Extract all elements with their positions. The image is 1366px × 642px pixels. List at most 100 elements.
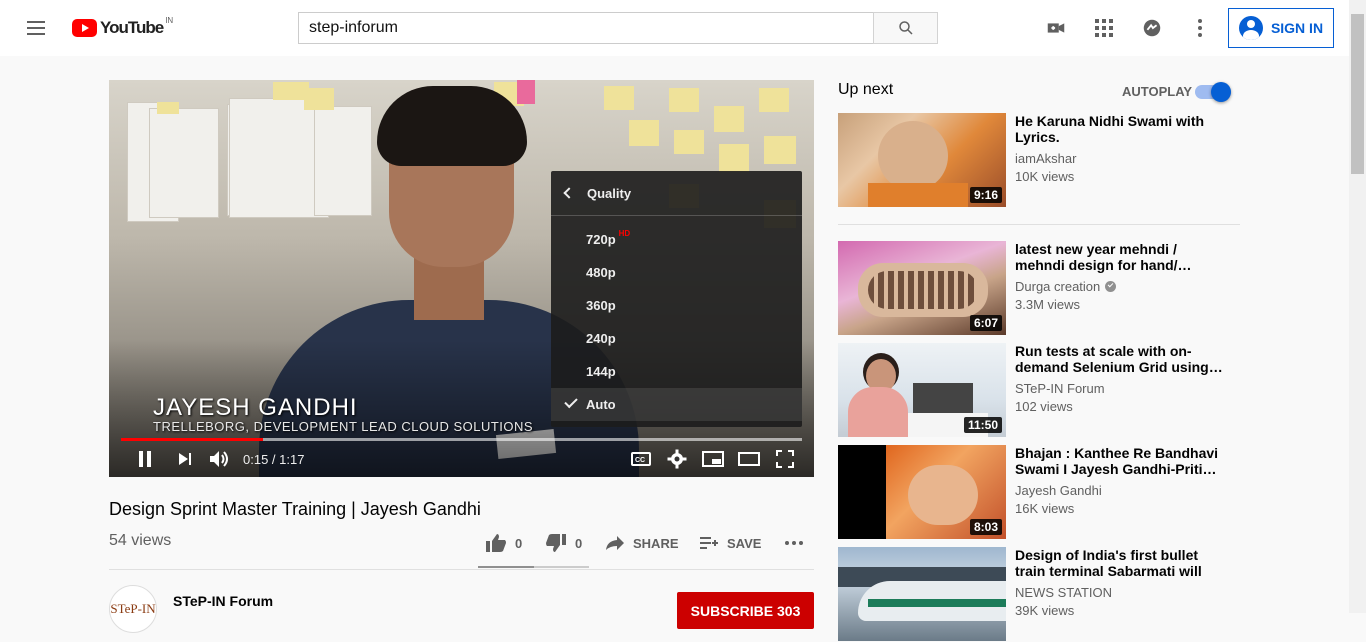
quality-menu-back[interactable]: Quality xyxy=(551,171,802,216)
check-icon xyxy=(564,394,578,409)
video-thumbnail[interactable]: 9:16 xyxy=(838,113,1006,207)
quality-option-720p[interactable]: 720p HD xyxy=(551,223,802,256)
share-button[interactable]: SHARE xyxy=(605,531,679,555)
masthead: YouTube IN SIGN IN xyxy=(0,0,1349,56)
recommended-channel: Jayesh Gandhi xyxy=(1015,483,1102,498)
quality-option-label: 720p xyxy=(586,232,616,247)
apps-grid-icon[interactable] xyxy=(1092,16,1116,40)
playlist-add-icon xyxy=(700,537,718,549)
divider xyxy=(838,224,1240,225)
settings-button[interactable] xyxy=(665,446,689,472)
volume-icon xyxy=(210,451,228,467)
quality-option-144p[interactable]: 144p xyxy=(551,355,802,388)
messages-icon[interactable] xyxy=(1140,16,1164,40)
autoplay-toggle[interactable] xyxy=(1195,82,1231,102)
dislike-button[interactable]: 0 xyxy=(545,531,582,555)
recommended-views: 16K views xyxy=(1015,501,1075,516)
channel-label: Jayesh Gandhi xyxy=(1015,483,1102,498)
pause-button[interactable] xyxy=(133,446,157,472)
video-thumbnail[interactable] xyxy=(838,547,1006,641)
recommended-title[interactable]: Design of India's first bullet train ter… xyxy=(1015,547,1225,579)
logo-text: YouTube xyxy=(100,18,164,37)
quality-menu: Quality 720p HD 480p 360p 240p 144p Auto xyxy=(551,171,802,427)
recommended-video[interactable]: Design of India's first bullet train ter… xyxy=(838,547,1238,642)
share-label: SHARE xyxy=(633,535,679,551)
quality-option-360p[interactable]: 360p xyxy=(551,289,802,322)
quality-option-label: 144p xyxy=(586,364,616,379)
view-count: 54 views xyxy=(109,532,172,549)
recommended-views: 39K views xyxy=(1015,603,1075,618)
overlay-name: JAYESH GANDHI xyxy=(153,394,358,421)
subscribe-button[interactable]: SUBSCRIBE 303 xyxy=(677,592,814,629)
chevron-left-icon xyxy=(563,187,575,199)
channel-avatar[interactable]: STeP-IN xyxy=(109,585,157,633)
more-vert-icon[interactable] xyxy=(1188,16,1212,40)
recommended-video[interactable]: 11:50 Run tests at scale with on-demand … xyxy=(838,343,1238,438)
verified-icon xyxy=(1105,281,1117,292)
recommended-video[interactable]: 6:07 latest new year mehndi / mehndi des… xyxy=(838,241,1238,336)
sentiment-likes xyxy=(478,566,534,568)
gear-icon xyxy=(667,449,687,469)
next-button[interactable] xyxy=(173,446,197,472)
logo-region: IN xyxy=(165,15,174,25)
recommended-title[interactable]: Bhajan : Kanthee Re Bandhavi Swami I Jay… xyxy=(1015,445,1225,477)
recommended-channel: Durga creation xyxy=(1015,279,1117,294)
quality-option-label: Auto xyxy=(586,397,616,412)
channel-label: NEWS STATION xyxy=(1015,585,1113,600)
progress-bar[interactable] xyxy=(121,438,802,441)
recommended-channel: iamAkshar xyxy=(1015,151,1076,166)
video-thumbnail[interactable]: 6:07 xyxy=(838,241,1006,335)
youtube-logo[interactable]: YouTube IN xyxy=(72,15,174,39)
volume-button[interactable] xyxy=(207,446,233,472)
subscribe-label: SUBSCRIBE xyxy=(690,603,774,619)
video-thumbnail[interactable]: 11:50 xyxy=(838,343,1006,437)
search-input[interactable] xyxy=(299,13,873,43)
recommended-title[interactable]: latest new year mehndi / mehndi design f… xyxy=(1015,241,1225,273)
recommended-views: 10K views xyxy=(1015,169,1075,184)
recommended-video[interactable]: 9:16 He Karuna Nidhi Swami with Lyrics. … xyxy=(838,113,1238,208)
create-video-icon[interactable] xyxy=(1044,16,1068,40)
more-actions-button[interactable] xyxy=(784,531,812,555)
channel-avatar-logo: STeP-IN xyxy=(110,601,156,616)
miniplayer-icon xyxy=(702,451,724,467)
fullscreen-button[interactable] xyxy=(773,446,797,472)
quality-option-label: 360p xyxy=(586,298,616,313)
youtube-play-icon xyxy=(72,19,97,37)
quality-option-auto[interactable]: Auto xyxy=(551,388,802,421)
like-button[interactable]: 0 xyxy=(485,531,522,555)
like-count: 0 xyxy=(515,535,523,551)
duration-badge: 8:03 xyxy=(969,519,1002,535)
theater-mode-button[interactable] xyxy=(737,446,761,472)
recommended-title[interactable]: He Karuna Nidhi Swami with Lyrics. xyxy=(1015,113,1225,145)
pause-icon xyxy=(139,451,151,467)
video-player[interactable]: JAYESH GANDHI TRELLEBORG, DEVELOPMENT LE… xyxy=(109,80,814,477)
recommended-channel: STeP-IN Forum xyxy=(1015,381,1105,396)
captions-button[interactable]: CC xyxy=(629,446,653,472)
hamburger-menu-icon[interactable] xyxy=(24,18,48,38)
search-icon xyxy=(898,21,913,35)
recommended-title[interactable]: Run tests at scale with on-demand Seleni… xyxy=(1015,343,1225,375)
time-display: 0:15 / 1:17 xyxy=(243,452,305,467)
sign-in-button[interactable]: SIGN IN xyxy=(1228,8,1334,48)
progress-played xyxy=(121,438,263,441)
miniplayer-button[interactable] xyxy=(701,446,725,472)
duration-badge: 11:50 xyxy=(963,417,1002,433)
thumbs-up-icon xyxy=(486,534,506,552)
recommended-video[interactable]: 8:03 Bhajan : Kanthee Re Bandhavi Swami … xyxy=(838,445,1238,540)
hd-badge: HD xyxy=(618,229,631,238)
more-horiz-icon xyxy=(785,541,803,545)
channel-name[interactable]: STeP-IN Forum xyxy=(173,593,273,609)
account-icon xyxy=(1238,16,1263,40)
scrollbar-thumb[interactable] xyxy=(1351,14,1364,174)
quality-option-240p[interactable]: 240p xyxy=(551,322,802,355)
captions-icon: CC xyxy=(631,452,651,466)
page-scrollbar[interactable] xyxy=(1349,0,1366,613)
recommended-channel: NEWS STATION xyxy=(1015,585,1112,600)
quality-option-label: 480p xyxy=(586,265,616,280)
svg-text:CC: CC xyxy=(635,457,645,464)
search-button[interactable] xyxy=(873,12,938,44)
quality-menu-title: Quality xyxy=(587,185,632,201)
quality-option-480p[interactable]: 480p xyxy=(551,256,802,289)
video-thumbnail[interactable]: 8:03 xyxy=(838,445,1006,539)
save-button[interactable]: SAVE xyxy=(699,531,761,555)
